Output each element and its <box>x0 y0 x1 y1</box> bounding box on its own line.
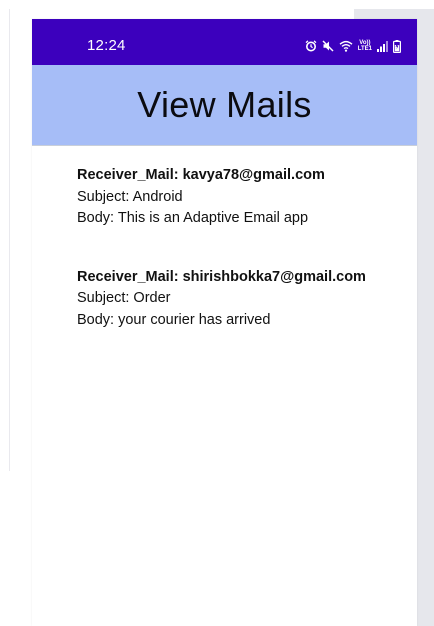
page-title: View Mails <box>137 84 312 125</box>
alarm-icon <box>305 40 317 52</box>
status-bar: 12:24 Vo)) LTE1 <box>32 19 417 65</box>
volte-lte-icon: Vo)) LTE1 <box>358 40 372 52</box>
mail-subject: Subject: Android <box>77 188 183 205</box>
mail-subject: Subject: Order <box>77 290 171 306</box>
app-bar: View Mails <box>32 65 417 146</box>
wifi-icon <box>339 40 353 52</box>
mail-list: Receiver_Mail: kavya78@gmail.com Subject… <box>77 165 407 331</box>
mail-body: Body: This is an Adaptive Email app <box>77 210 309 226</box>
mail-receiver: Receiver_Mail: shirishbokka7@gmail.com <box>77 268 366 285</box>
mail-item[interactable]: Receiver_Mail: kavya78@gmail.com Subject… <box>77 165 407 230</box>
signal-icon <box>377 40 388 52</box>
backdrop-edge <box>9 9 10 471</box>
battery-icon <box>393 39 401 53</box>
lte-label: LTE1 <box>357 46 372 52</box>
phone-screen: 12:24 Vo)) LTE1 View Mails Receiver_Mail… <box>32 19 417 626</box>
status-icons: Vo)) LTE1 <box>305 39 401 53</box>
mail-item[interactable]: Receiver_Mail: shirishbokka7@gmail.com S… <box>77 267 407 332</box>
status-time: 12:24 <box>87 37 126 54</box>
mute-icon <box>322 40 334 52</box>
mail-body: Body: your courier has arrived <box>77 311 271 328</box>
mail-receiver: Receiver_Mail: kavya78@gmail.com <box>77 167 325 183</box>
